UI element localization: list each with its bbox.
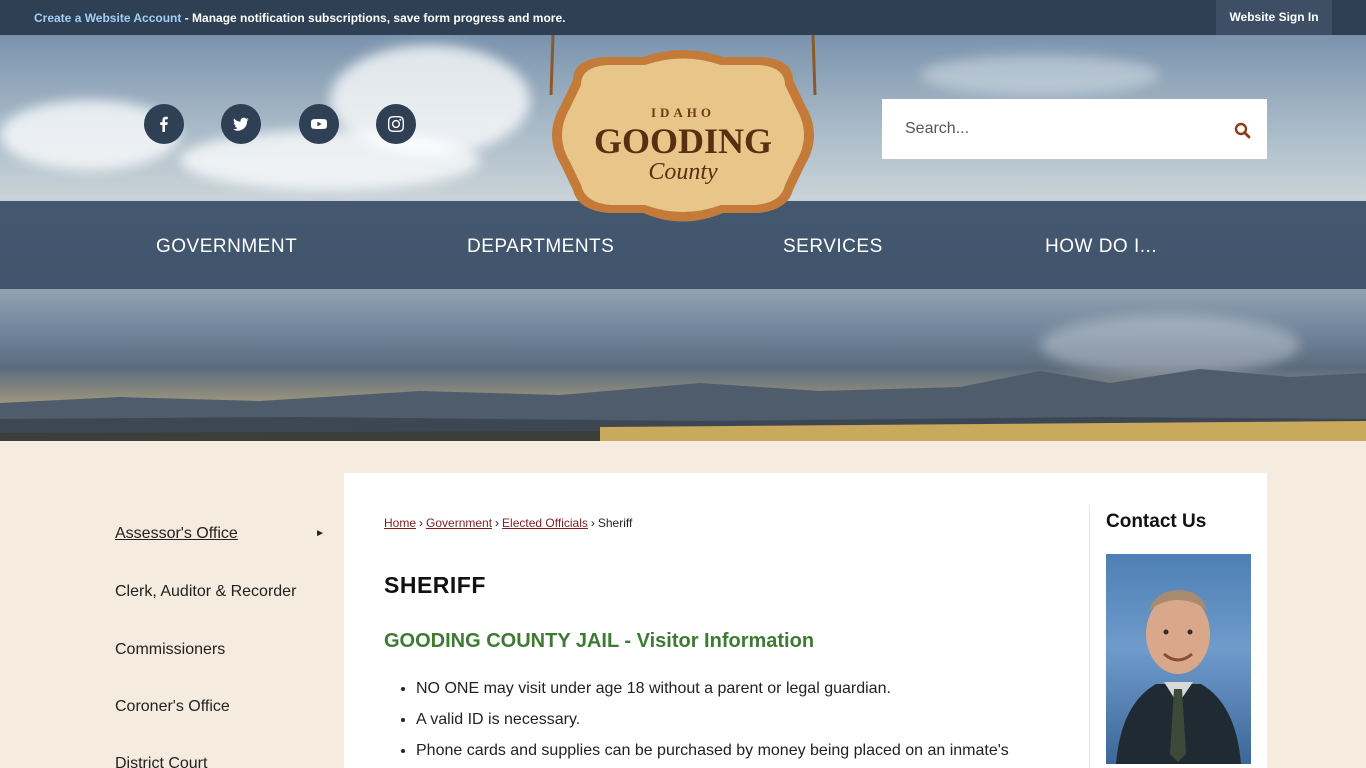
facebook-icon[interactable] (144, 104, 184, 144)
breadcrumb-home[interactable]: Home (384, 516, 416, 530)
sidebar-item-label: Assessor's Office (115, 525, 238, 542)
breadcrumb-government[interactable]: Government (426, 516, 492, 530)
county-logo[interactable]: IDAHO GOODING County (533, 34, 833, 235)
sidebar-item-clerk[interactable]: Clerk, Auditor & Recorder (115, 583, 325, 601)
sidebar-item-commissioners[interactable]: Commissioners (115, 641, 325, 659)
search-input[interactable] (882, 99, 1212, 159)
nav-departments[interactable]: DEPARTMENTS (467, 236, 614, 258)
logo-tagline: County (648, 159, 718, 185)
search-icon[interactable] (1233, 121, 1253, 141)
instagram-icon[interactable] (376, 104, 416, 144)
mountain-range (0, 369, 1366, 441)
sheriff-photo (1106, 554, 1251, 764)
search-box (882, 99, 1267, 159)
account-promo: Create a Website Account - Manage notifi… (34, 11, 565, 25)
list-item: A valid ID is necessary. (416, 711, 1056, 742)
breadcrumb-current: Sheriff (597, 516, 633, 530)
breadcrumb: Home › Government › Elected Officials › Sherif… (384, 516, 632, 530)
twitter-icon[interactable] (221, 104, 261, 144)
expand-arrow-icon[interactable]: ► (315, 528, 325, 539)
logo-state: IDAHO (651, 105, 715, 120)
main-content: Home › Government › Elected Officials › Sherif… (344, 473, 1267, 768)
create-account-link[interactable]: Create a Website Account (34, 11, 181, 25)
contact-divider (1089, 505, 1090, 768)
sidebar-item-coroner[interactable]: Coroner's Office (115, 698, 325, 716)
nav-government[interactable]: GOVERNMENT (156, 236, 297, 258)
sidebar-item-assessor[interactable]: Assessor's Office ► (115, 525, 325, 543)
page-title: SHERIFF (384, 572, 486, 598)
section-subtitle: GOODING COUNTY JAIL - Visitor Informatio… (384, 630, 815, 652)
nav-services[interactable]: SERVICES (783, 236, 883, 258)
list-item: NO ONE may visit under age 18 without a … (416, 680, 1056, 711)
breadcrumb-separator: › (590, 516, 595, 530)
nav-how-do-i[interactable]: HOW DO I... (1045, 236, 1157, 258)
sidebar-item-district-court[interactable]: District Court (115, 755, 325, 768)
sign-in-button[interactable]: Website Sign In (1216, 0, 1332, 35)
contact-us-heading: Contact Us (1106, 511, 1207, 532)
breadcrumb-separator: › (419, 516, 424, 530)
breadcrumb-elected-officials[interactable]: Elected Officials (502, 516, 588, 530)
top-bar: Create a Website Account - Manage notifi… (0, 0, 1366, 35)
youtube-icon[interactable] (299, 104, 339, 144)
list-item: Phone cards and supplies can be purchase… (416, 742, 1056, 768)
visitor-rules-list: NO ONE may visit under age 18 without a … (416, 680, 1056, 768)
logo-name: GOODING (594, 121, 772, 161)
breadcrumb-separator: › (495, 516, 500, 530)
promo-text: - Manage notification subscriptions, sav… (181, 11, 566, 25)
cloud-decoration (920, 55, 1160, 95)
